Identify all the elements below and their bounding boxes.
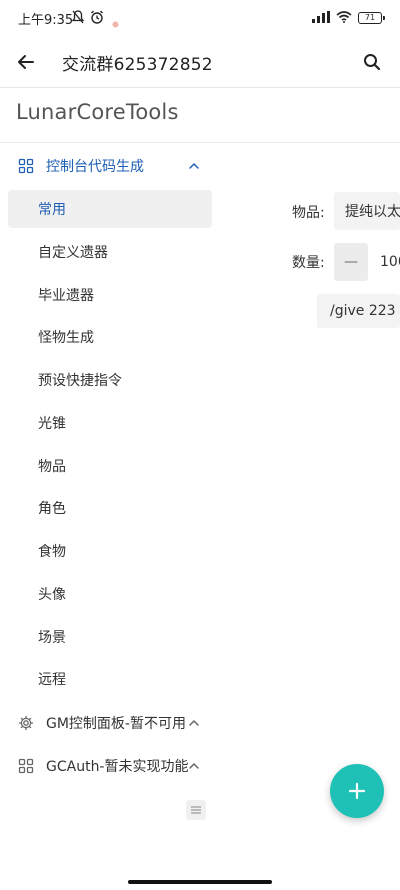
- menu-item-monster-spawn[interactable]: 怪物生成: [8, 318, 212, 356]
- home-indicator[interactable]: [128, 880, 272, 884]
- divider: [0, 142, 400, 143]
- app-bar: 交流群625372852: [0, 36, 400, 88]
- menu-item-avatar[interactable]: 头像: [8, 575, 212, 613]
- item-value: 提纯以太: [345, 204, 400, 220]
- quantity-value: 100: [380, 254, 400, 270]
- menu-item-food[interactable]: 食物: [8, 532, 212, 570]
- item-label: 物品:: [292, 205, 325, 221]
- add-fab-button[interactable]: [330, 764, 384, 818]
- chevron-up-icon[interactable]: [186, 158, 202, 174]
- page-title: 交流群625372852: [62, 55, 213, 75]
- menu-item-light-cone[interactable]: 光锥: [8, 404, 212, 442]
- battery-icon: 71: [358, 11, 385, 24]
- chevron-up-icon[interactable]: [186, 758, 202, 774]
- alarm-icon: [90, 9, 104, 28]
- sidebar-collapse-handle[interactable]: [186, 800, 206, 820]
- wifi-icon: [336, 8, 352, 27]
- quantity-label: 数量:: [292, 255, 325, 271]
- gear-icon: [18, 715, 34, 731]
- arrow-left-icon: [18, 55, 34, 69]
- grid-icon: [18, 158, 34, 174]
- menu-item-remote[interactable]: 远程: [8, 660, 212, 698]
- menu-item-custom-relic[interactable]: 自定义遗器: [8, 233, 212, 271]
- plus-icon: [348, 782, 366, 800]
- quantity-decrement-button[interactable]: —: [334, 243, 368, 281]
- minus-icon: —: [344, 254, 358, 270]
- search-icon: [364, 54, 381, 71]
- status-time: 上午9:35: [18, 13, 74, 28]
- nav-group-console-codegen[interactable]: 控制台代码生成: [0, 146, 215, 186]
- command-text: /give 223 x: [330, 303, 400, 319]
- status-bar: 上午9:35 71: [0, 0, 400, 36]
- menu-item-preset-commands[interactable]: 预设快捷指令: [8, 361, 212, 399]
- nav-group-label: GM控制面板-暂不可用: [46, 716, 186, 732]
- item-select[interactable]: 提纯以太: [334, 192, 400, 230]
- menu-item-items[interactable]: 物品: [8, 447, 212, 485]
- notification-dot-icon: [112, 13, 119, 32]
- command-preview[interactable]: /give 223 x: [317, 294, 400, 328]
- menu-lines-icon: [191, 806, 201, 814]
- cellular-signal-icon: [312, 8, 330, 27]
- nav-group-label: GCAuth-暂未实现功能: [46, 759, 189, 775]
- menu-item-common[interactable]: 常用: [8, 190, 212, 228]
- search-button[interactable]: [358, 48, 386, 76]
- back-button[interactable]: [12, 48, 40, 76]
- menu-item-scene[interactable]: 场景: [8, 618, 212, 656]
- app-brand: LunarCoreTools: [16, 100, 179, 124]
- grid-icon: [18, 758, 34, 774]
- quantity-input[interactable]: 100: [370, 243, 400, 281]
- mute-icon: [71, 9, 85, 28]
- chevron-up-icon[interactable]: [186, 715, 202, 731]
- menu-item-graduation-relic[interactable]: 毕业遗器: [8, 276, 212, 314]
- menu-item-character[interactable]: 角色: [8, 489, 212, 527]
- nav-group-gcauth[interactable]: GCAuth-暂未实现功能: [0, 746, 215, 786]
- nav-group-gm-panel[interactable]: GM控制面板-暂不可用: [0, 703, 215, 743]
- nav-group-label: 控制台代码生成: [46, 159, 144, 175]
